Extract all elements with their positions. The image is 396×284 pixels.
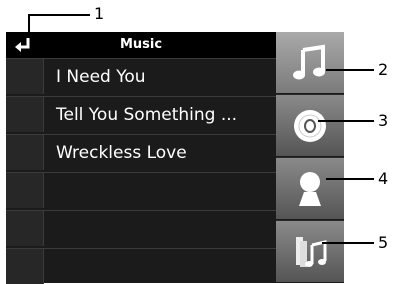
list-item[interactable] (6, 210, 276, 246)
list-item[interactable]: Tell You Something ... (6, 96, 276, 132)
row-index-cell (6, 59, 44, 94)
tab-playlist[interactable] (276, 221, 344, 283)
music-note-icon (293, 44, 325, 80)
callout-number-5: 5 (378, 233, 389, 252)
song-title: Wreckless Love (56, 143, 187, 163)
tab-artist[interactable] (276, 158, 344, 220)
callout-leader-3 (318, 120, 374, 122)
song-list-area: Music I Need You Tell You Something ... … (6, 32, 276, 284)
person-icon (299, 172, 321, 206)
playlist-icon (296, 237, 327, 267)
song-list: I Need You Tell You Something ... Wreckl… (6, 58, 276, 284)
tab-album[interactable] (276, 95, 344, 157)
page-title: Music (119, 37, 163, 52)
list-item[interactable]: Wreckless Love (6, 134, 276, 170)
tab-music[interactable] (276, 32, 344, 94)
callout-number-1: 1 (94, 4, 105, 23)
callout-number-3: 3 (378, 111, 389, 130)
song-title: I Need You (56, 67, 146, 87)
row-index-cell (6, 97, 44, 132)
callout-leader-5 (322, 242, 374, 244)
callout-leader-1 (28, 14, 90, 16)
title-bar: Music (6, 32, 276, 58)
callout-leader-4 (326, 178, 374, 180)
row-index-cell (6, 249, 44, 284)
callout-number-2: 2 (378, 60, 389, 79)
row-index-cell (6, 211, 44, 246)
list-item[interactable] (6, 172, 276, 208)
callout-leader-2 (326, 69, 374, 71)
row-index-cell (6, 135, 44, 170)
callout-number-4: 4 (378, 169, 389, 188)
music-app-panel: Music I Need You Tell You Something ... … (6, 32, 344, 284)
song-title: Tell You Something ... (56, 105, 238, 125)
disc-icon (294, 110, 326, 142)
callout-leader-1 (28, 14, 30, 36)
row-index-cell (6, 173, 44, 208)
list-item[interactable] (6, 248, 276, 284)
list-item[interactable]: I Need You (6, 58, 276, 94)
